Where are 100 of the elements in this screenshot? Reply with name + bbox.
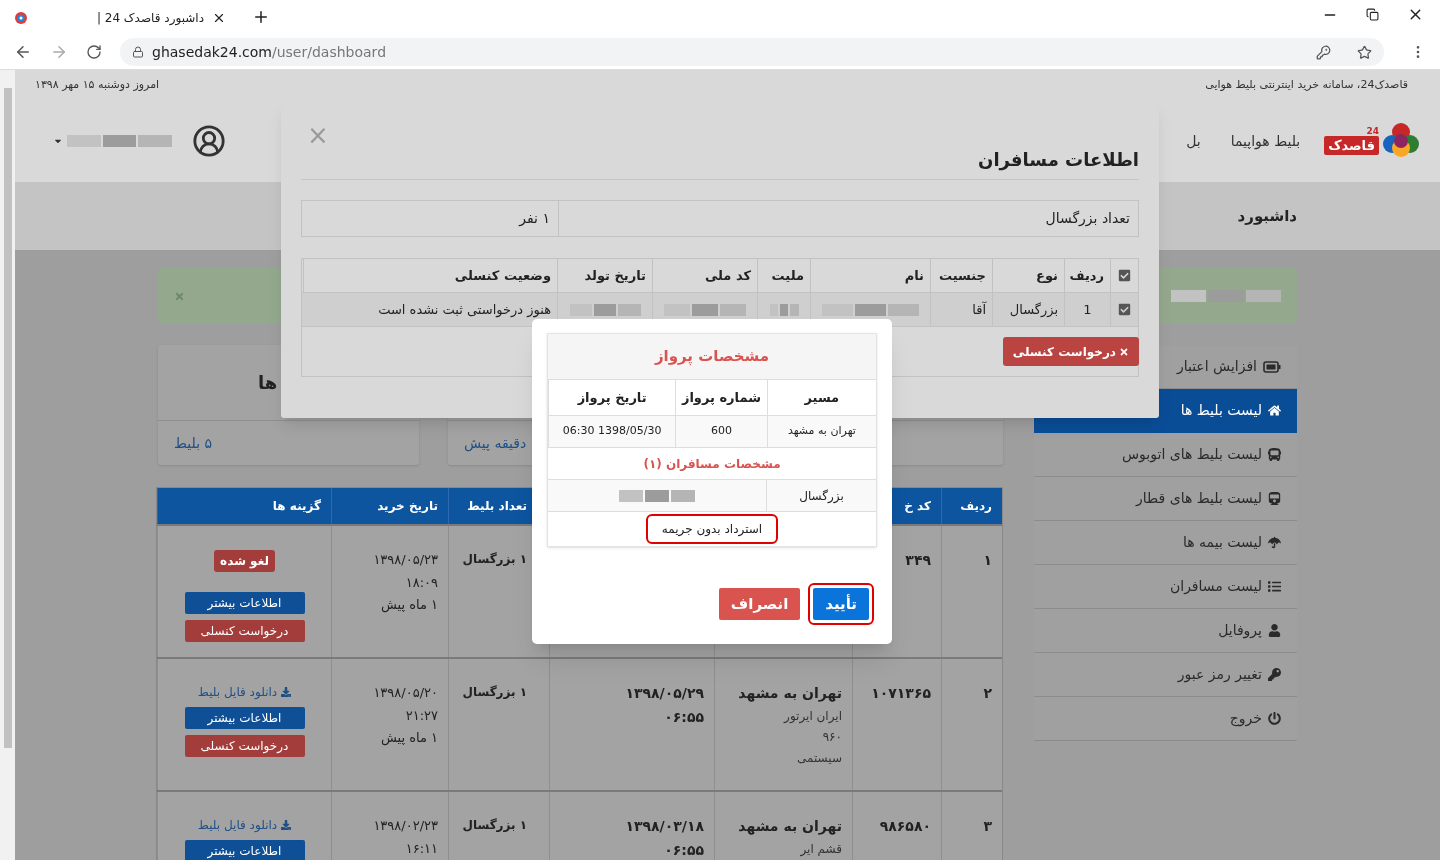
battery-icon bbox=[1263, 360, 1281, 373]
address-bar[interactable]: ghasedak24.com/user/dashboard bbox=[120, 38, 1384, 66]
avatar-icon[interactable] bbox=[192, 124, 226, 158]
list-icon bbox=[1268, 580, 1281, 593]
site-tagline: قاصدک24، سامانه خرید اینترنتی بلیط هوایی bbox=[1205, 76, 1408, 93]
purchase-date: ۱ ماه پیش bbox=[379, 596, 438, 615]
flight-date: ۱۳۹۸/۰۵/۲۹ bbox=[625, 684, 704, 703]
table-cell-text: بزرگسال bbox=[1009, 300, 1058, 319]
column-header: کد ملی bbox=[704, 266, 751, 285]
column-header: نوع bbox=[1036, 266, 1058, 285]
purchase-date: ۱۸:۰۹ bbox=[404, 573, 438, 592]
today-date: امروز دوشنبه ۱۵ مهر ۱۳۹۸ bbox=[35, 76, 160, 93]
train-icon bbox=[1268, 492, 1281, 505]
route-detail: ایران ایرتور bbox=[782, 708, 842, 725]
card-title: مشخصات پرواز bbox=[654, 346, 770, 368]
power-icon bbox=[1268, 712, 1281, 725]
checked-checkbox[interactable] bbox=[1118, 269, 1131, 282]
column-header: گزینه ها bbox=[272, 498, 321, 515]
logo-text: قاصدک bbox=[1324, 135, 1379, 156]
table-cell-text: 1 bbox=[1083, 300, 1092, 319]
download-link[interactable]: دانلود فایل بلیط bbox=[197, 683, 292, 701]
key-icon bbox=[1268, 668, 1281, 681]
page-title: داشبورد bbox=[1237, 207, 1297, 225]
purchase-date: ۱۳۹۸/۰۵/۲۳ bbox=[373, 551, 438, 569]
summary-label: تعداد بزرگسال bbox=[558, 201, 1138, 236]
logo-circles-icon bbox=[1382, 122, 1420, 160]
table-cell-text: ۹۸۶۵۸۰ bbox=[879, 817, 931, 836]
purchase-date: ۱۳۹۸/۰۲/۲۳ bbox=[373, 817, 438, 835]
confirm-button[interactable]: تأیید bbox=[813, 588, 869, 620]
route-detail: قشم ایر bbox=[799, 841, 842, 858]
route-detail: سیستمی bbox=[796, 750, 842, 767]
summary-value: ۱ نفر bbox=[517, 209, 551, 229]
logo-number: 24 bbox=[1366, 126, 1379, 136]
card-heading: ها bbox=[258, 371, 278, 395]
purchase-date: ۱۳۹۸/۰۵/۲۰ bbox=[373, 684, 438, 702]
column-header: نام bbox=[904, 266, 924, 286]
back-icon[interactable] bbox=[14, 43, 32, 61]
table-cell-text: ۱ bbox=[983, 551, 992, 570]
home-icon bbox=[1268, 404, 1281, 417]
table-cell-text: ۳۴۹ bbox=[905, 551, 931, 570]
cancel-request-button[interactable]: درخواست کنسلی bbox=[1002, 337, 1139, 366]
more-info-button[interactable]: اطلاعات بیشتر bbox=[184, 840, 305, 860]
user-icon bbox=[1268, 624, 1281, 637]
column-header: تاریخ پرواز bbox=[577, 388, 647, 407]
table-cell-text: ۲ bbox=[983, 684, 992, 703]
star-icon[interactable] bbox=[1357, 44, 1372, 60]
cancel-request-button[interactable]: درخواست کنسلی bbox=[184, 735, 305, 757]
ticket-count: ۱ بزرگسال bbox=[462, 817, 527, 834]
ticket-count: ۱ بزرگسال bbox=[462, 684, 527, 701]
column-header: شماره پرواز bbox=[681, 388, 761, 407]
ticket-count: ۱ بزرگسال bbox=[462, 551, 527, 568]
column-header: تاریخ تولد bbox=[584, 266, 646, 285]
route-title: تهران به مشهد bbox=[738, 817, 842, 837]
nav-link[interactable]: بل bbox=[1186, 130, 1201, 152]
table-cell: تهران به مشهد bbox=[787, 423, 856, 440]
column-header: جنسیت bbox=[939, 266, 986, 285]
download-icon bbox=[281, 820, 292, 830]
umbrella-icon bbox=[1268, 536, 1281, 549]
refund-note: استرداد بدون جریمه bbox=[645, 514, 779, 544]
checked-checkbox[interactable] bbox=[1118, 303, 1131, 316]
table-cell-text: هنوز درخواستی ثبت نشده است bbox=[378, 300, 551, 320]
modal-title: اطلاعات مسافران bbox=[978, 148, 1139, 173]
reload-icon[interactable] bbox=[86, 44, 102, 60]
flight-date: ۰۶:۵۵ bbox=[663, 708, 704, 727]
card-link[interactable]: دقیقه پیش bbox=[464, 432, 527, 454]
route-detail: ۹۶۰ bbox=[821, 729, 842, 746]
restore-icon[interactable] bbox=[1366, 8, 1379, 21]
flight-date: ۰۶:۵۵ bbox=[663, 841, 704, 860]
blurred-placeholder bbox=[569, 303, 641, 316]
cancel-button[interactable]: انصراف bbox=[718, 588, 801, 620]
route-title: تهران به مشهد bbox=[738, 684, 842, 704]
key-icon[interactable] bbox=[1316, 44, 1331, 60]
column-header: ردیف bbox=[1069, 266, 1104, 285]
column-header: تعداد بلیط bbox=[467, 498, 527, 515]
table-cell: 06:30 1398/05/30 bbox=[562, 423, 662, 440]
nav-link[interactable]: بلیط هواپیما bbox=[1230, 130, 1301, 152]
table-cell-text: ۱۰۷۱۳۶۵ bbox=[871, 684, 931, 703]
purchase-date: ۲۱:۲۷ bbox=[404, 706, 438, 725]
site-logo-icon bbox=[14, 10, 28, 25]
close-icon bbox=[1119, 346, 1129, 357]
table-cell-text: ۳ bbox=[983, 817, 992, 836]
table-cell-text: بزرگسال bbox=[799, 487, 844, 505]
more-info-button[interactable]: اطلاعات بیشتر bbox=[184, 707, 305, 729]
column-header: تاریخ خرید bbox=[377, 498, 438, 515]
more-info-button[interactable]: اطلاعات بیشتر bbox=[184, 592, 305, 614]
purchase-date: ۱ ماه پیش bbox=[379, 729, 438, 748]
column-header: کد خ bbox=[904, 498, 931, 515]
cancel-request-button[interactable]: درخواست کنسلی bbox=[184, 620, 305, 642]
url-path: /user/dashboard bbox=[272, 42, 386, 62]
download-link[interactable]: دانلود فایل بلیط bbox=[197, 816, 292, 834]
tab-title: داشبورد قاصدک 24 | bbox=[95, 9, 204, 27]
column-header: وضعیت کنسلی bbox=[454, 266, 551, 285]
blurred-placeholder bbox=[769, 303, 799, 316]
scrollbar[interactable] bbox=[0, 70, 15, 860]
card-link[interactable]: ۵ بلیط bbox=[174, 432, 213, 454]
new-tab-icon[interactable] bbox=[252, 8, 270, 26]
table-cell-text: آقا bbox=[972, 300, 986, 319]
column-header: ردیف bbox=[960, 498, 992, 515]
section-title: مشخصات مسافران (۱) bbox=[643, 455, 781, 473]
lock-icon bbox=[132, 46, 144, 58]
